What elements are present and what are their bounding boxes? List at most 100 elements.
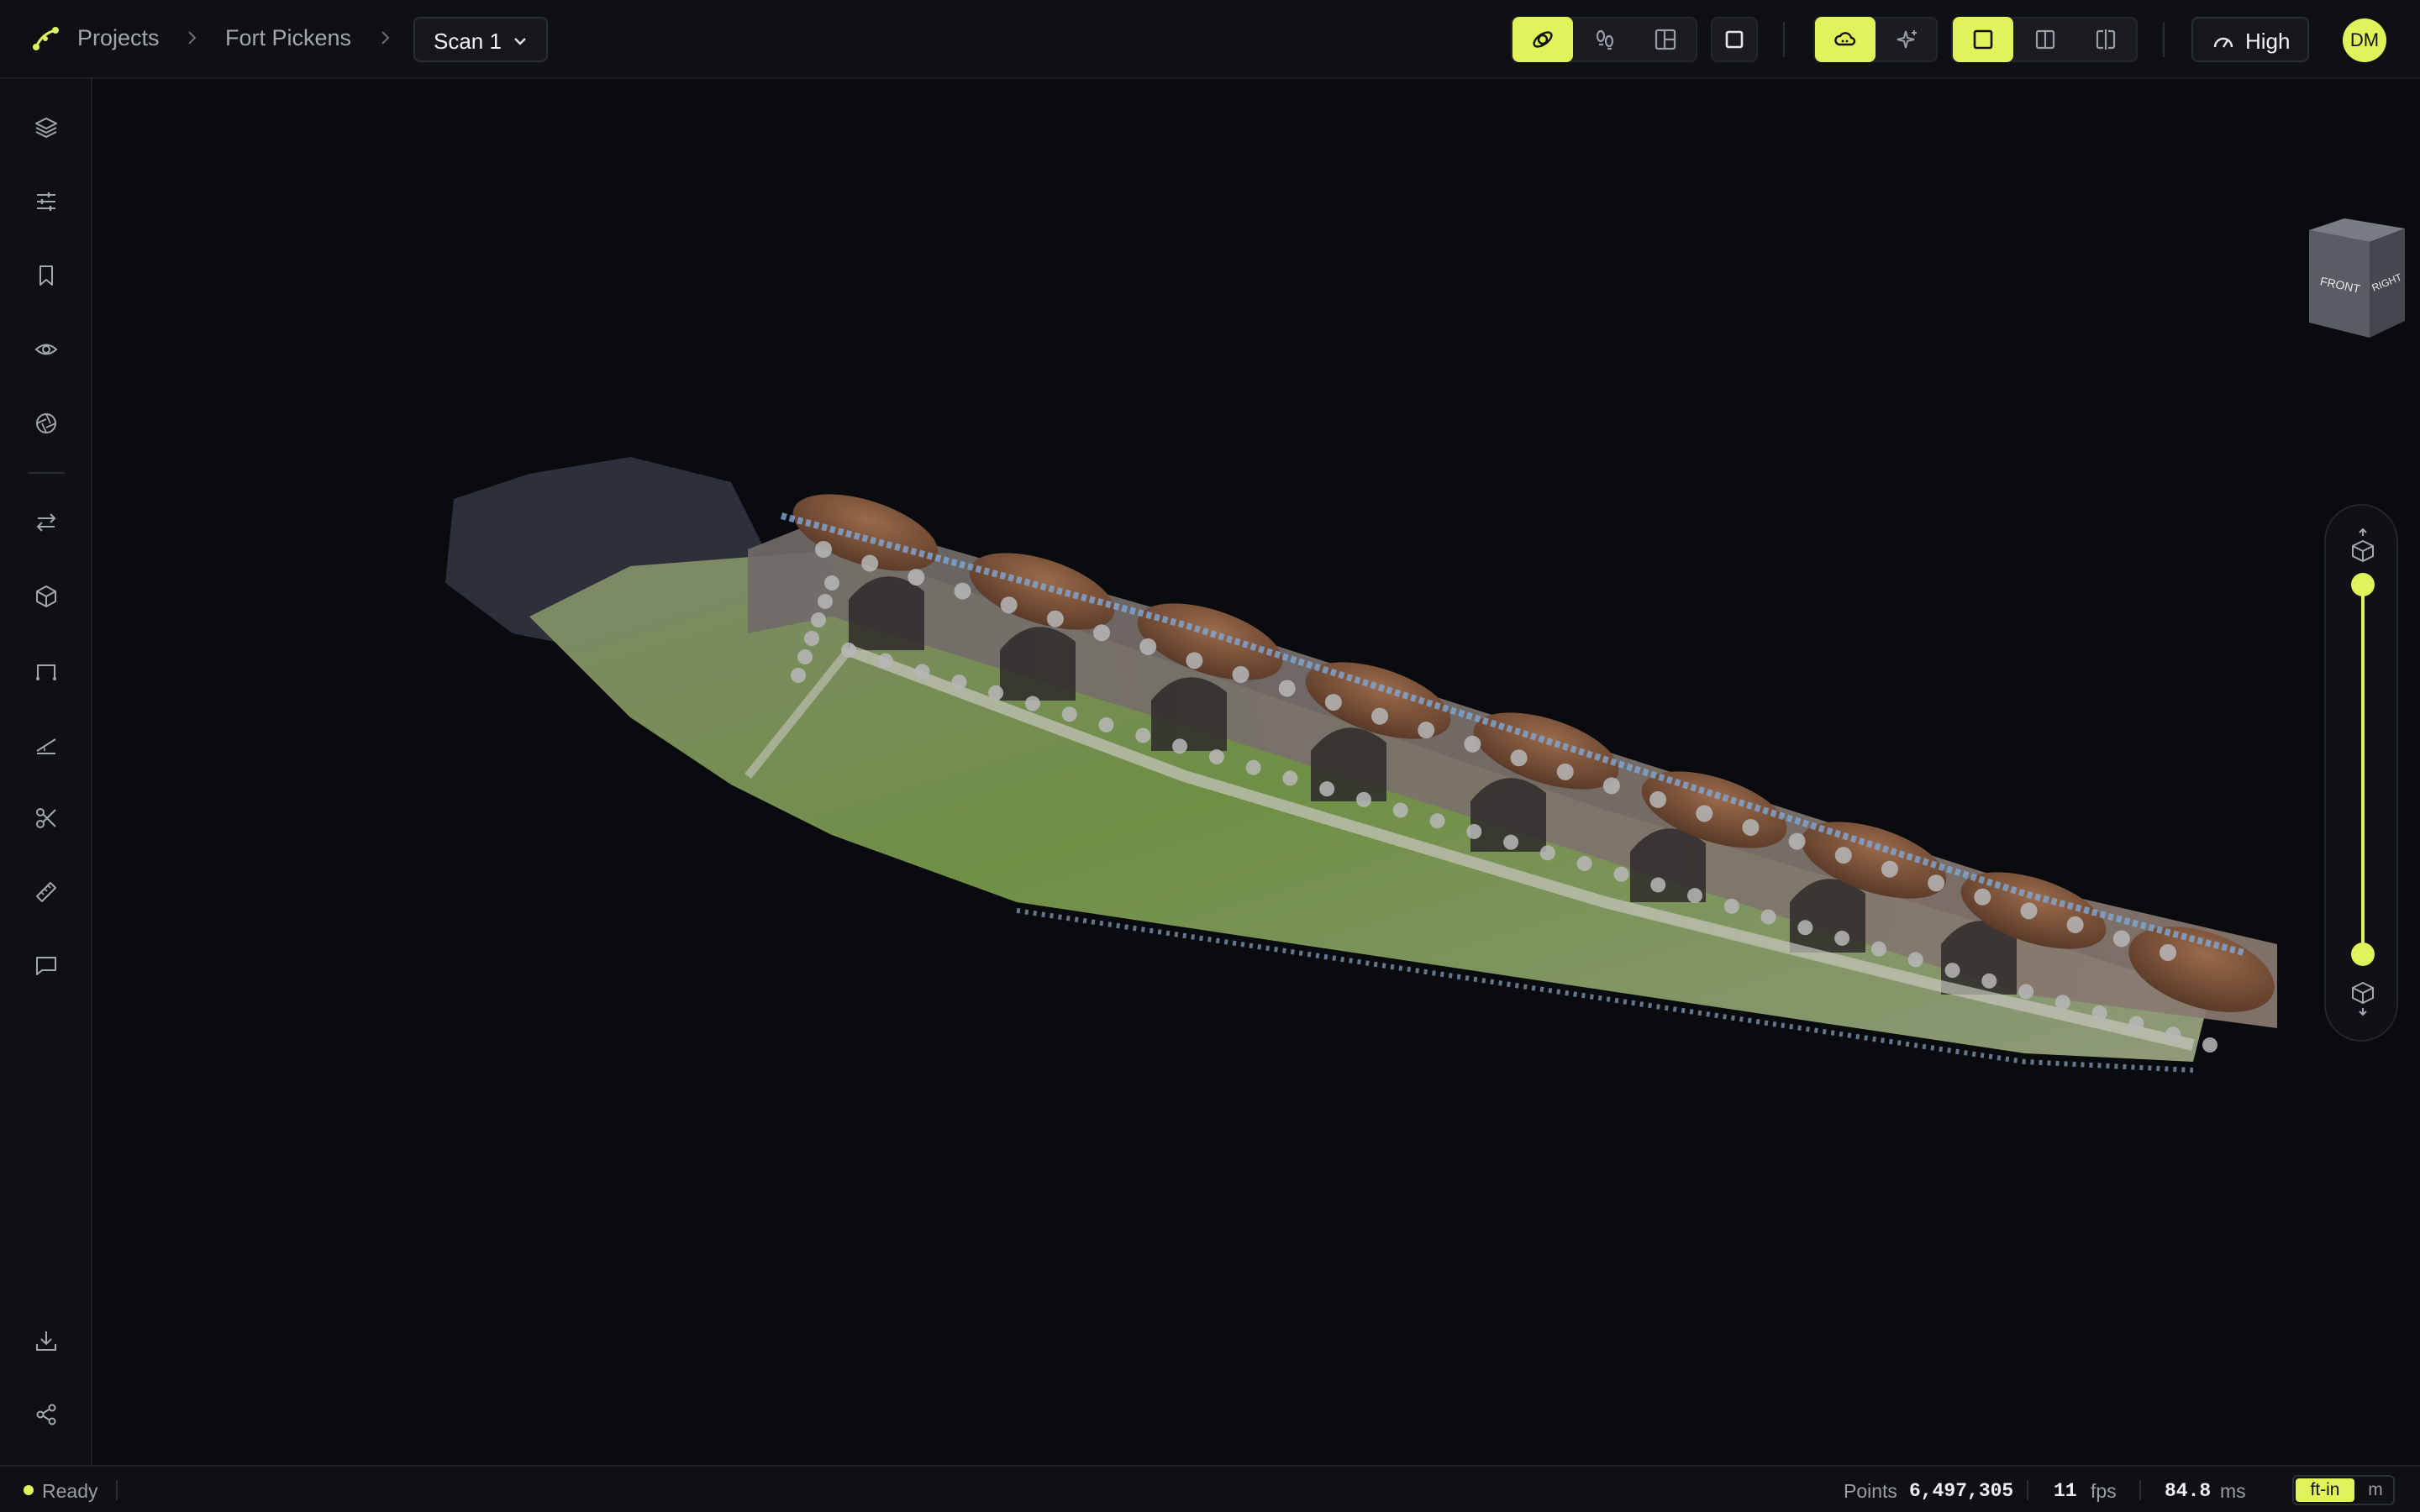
cube-icon bbox=[36, 585, 56, 607]
download-button[interactable] bbox=[23, 1317, 70, 1364]
trajectory-point bbox=[2066, 916, 2084, 933]
trajectory-point bbox=[1687, 888, 1703, 904]
bookmarks-button[interactable] bbox=[23, 252, 70, 299]
clip-button[interactable] bbox=[23, 795, 70, 842]
share-button[interactable] bbox=[23, 1391, 70, 1438]
orbit-mode-button[interactable] bbox=[1512, 17, 1573, 62]
trajectory-point bbox=[1024, 696, 1040, 711]
trajectory-point bbox=[1139, 638, 1157, 655]
slider-top-handle[interactable] bbox=[2351, 573, 2375, 596]
trajectory-point bbox=[2128, 1016, 2144, 1032]
trajectory-point bbox=[1510, 749, 1528, 767]
trajectory-point bbox=[1760, 909, 1776, 925]
adjustments-button[interactable] bbox=[23, 178, 70, 225]
frame-time-value: 84.8 bbox=[2165, 1480, 2212, 1502]
split-view-icon bbox=[2035, 29, 2055, 50]
breadcrumb-fort-pickens[interactable]: Fort Pickens bbox=[225, 25, 351, 51]
trajectory-point bbox=[1093, 624, 1111, 642]
trajectory-point bbox=[1319, 781, 1335, 797]
trajectory-point bbox=[1282, 770, 1298, 786]
trajectory-point bbox=[861, 554, 879, 572]
trajectory-point bbox=[1650, 877, 1666, 893]
frame-time-label: ms bbox=[2220, 1480, 2246, 1502]
eye-icon bbox=[34, 344, 58, 355]
points-value: 6,497,305 bbox=[1909, 1480, 2014, 1502]
point-cloud-button[interactable] bbox=[1815, 17, 1876, 62]
trajectory-point bbox=[1061, 706, 1077, 722]
trajectory-point bbox=[1418, 722, 1435, 739]
footsteps-icon bbox=[1596, 29, 1614, 50]
visibility-button[interactable] bbox=[23, 326, 70, 373]
trajectory-point bbox=[1723, 898, 1739, 914]
trajectory-point bbox=[824, 575, 839, 591]
trajectory-point bbox=[1797, 920, 1813, 936]
trajectory-point bbox=[1464, 735, 1481, 753]
user-avatar[interactable]: DM bbox=[2343, 18, 2386, 62]
trajectory-point bbox=[2018, 984, 2034, 1000]
fps-label: fps bbox=[2091, 1480, 2117, 1502]
unit-m-button[interactable]: m bbox=[2360, 1478, 2391, 1502]
split-view-button[interactable] bbox=[2015, 17, 2075, 62]
trajectory-point bbox=[1649, 790, 1667, 808]
trajectory-point bbox=[1392, 802, 1408, 818]
sliders-icon bbox=[37, 192, 55, 211]
breadcrumb-projects[interactable]: Projects bbox=[77, 25, 160, 51]
status-divider bbox=[2139, 1480, 2141, 1500]
trajectory-point bbox=[988, 685, 1004, 701]
slider-bottom-handle[interactable] bbox=[2351, 942, 2375, 966]
trajectory-point bbox=[1098, 717, 1114, 732]
status-bar: Ready Points 6,497,305 11 fps 84.8 ms ft… bbox=[0, 1465, 2420, 1512]
quality-button[interactable]: High bbox=[2191, 17, 2309, 62]
camera-button[interactable] bbox=[23, 400, 70, 447]
quality-label: High bbox=[2245, 29, 2291, 54]
scissors-icon bbox=[36, 808, 56, 828]
download-icon bbox=[36, 1331, 56, 1351]
status-dot-icon bbox=[24, 1485, 34, 1495]
unit-toggle: ft-in m bbox=[2292, 1475, 2395, 1505]
measure-button[interactable] bbox=[23, 869, 70, 916]
status-divider bbox=[116, 1480, 118, 1500]
app-logo-icon[interactable] bbox=[30, 24, 60, 54]
enhance-button[interactable] bbox=[1877, 17, 1938, 62]
slope-button[interactable] bbox=[23, 721, 70, 768]
walk-mode-button[interactable] bbox=[1575, 17, 1635, 62]
trajectory-point bbox=[2020, 902, 2038, 920]
trajectory-point bbox=[1556, 763, 1574, 780]
point-cloud-render[interactable] bbox=[92, 79, 2420, 1465]
path-button[interactable] bbox=[23, 647, 70, 694]
objects-button[interactable] bbox=[23, 573, 70, 620]
transfer-button[interactable] bbox=[23, 499, 70, 546]
orbit-icon bbox=[1533, 31, 1553, 48]
compare-view-button[interactable] bbox=[2075, 17, 2136, 62]
comments-button[interactable] bbox=[23, 942, 70, 990]
box-select-button[interactable] bbox=[1711, 17, 1758, 62]
3d-viewport[interactable]: FRONT RIGHT bbox=[92, 79, 2420, 1465]
trajectory-point bbox=[1870, 941, 1886, 957]
chevron-right-icon bbox=[188, 31, 197, 45]
unit-ft-in-button[interactable]: ft-in bbox=[2296, 1478, 2354, 1502]
trajectory-point bbox=[2165, 1026, 2181, 1042]
chevron-down-icon bbox=[514, 38, 526, 45]
trajectory-point bbox=[2160, 944, 2176, 961]
height-clip-slider[interactable] bbox=[2324, 504, 2398, 1042]
single-view-button[interactable] bbox=[1953, 17, 2013, 62]
layout-mode-button[interactable] bbox=[1635, 17, 1696, 62]
trajectory-point bbox=[1928, 874, 1945, 892]
status-divider bbox=[2027, 1480, 2028, 1500]
trajectory-point bbox=[2202, 1037, 2217, 1053]
square-icon bbox=[1725, 30, 1744, 49]
toolbar-divider bbox=[1783, 22, 1785, 57]
fps-value: 11 bbox=[2054, 1480, 2077, 1502]
layers-button[interactable] bbox=[23, 104, 70, 151]
aperture-icon bbox=[36, 413, 56, 433]
path-icon bbox=[36, 664, 56, 680]
trajectory-point bbox=[1602, 777, 1620, 795]
trajectory-point bbox=[1429, 813, 1445, 829]
navigation-cube[interactable]: FRONT RIGHT bbox=[2294, 213, 2420, 348]
left-sidebar bbox=[0, 79, 92, 1465]
trajectory-point bbox=[1371, 707, 1389, 725]
ruler-icon bbox=[36, 882, 56, 902]
height-slider-track bbox=[2351, 528, 2375, 1016]
trajectory-point bbox=[1788, 832, 1806, 850]
scan-select[interactable]: Scan 1 bbox=[413, 17, 548, 62]
